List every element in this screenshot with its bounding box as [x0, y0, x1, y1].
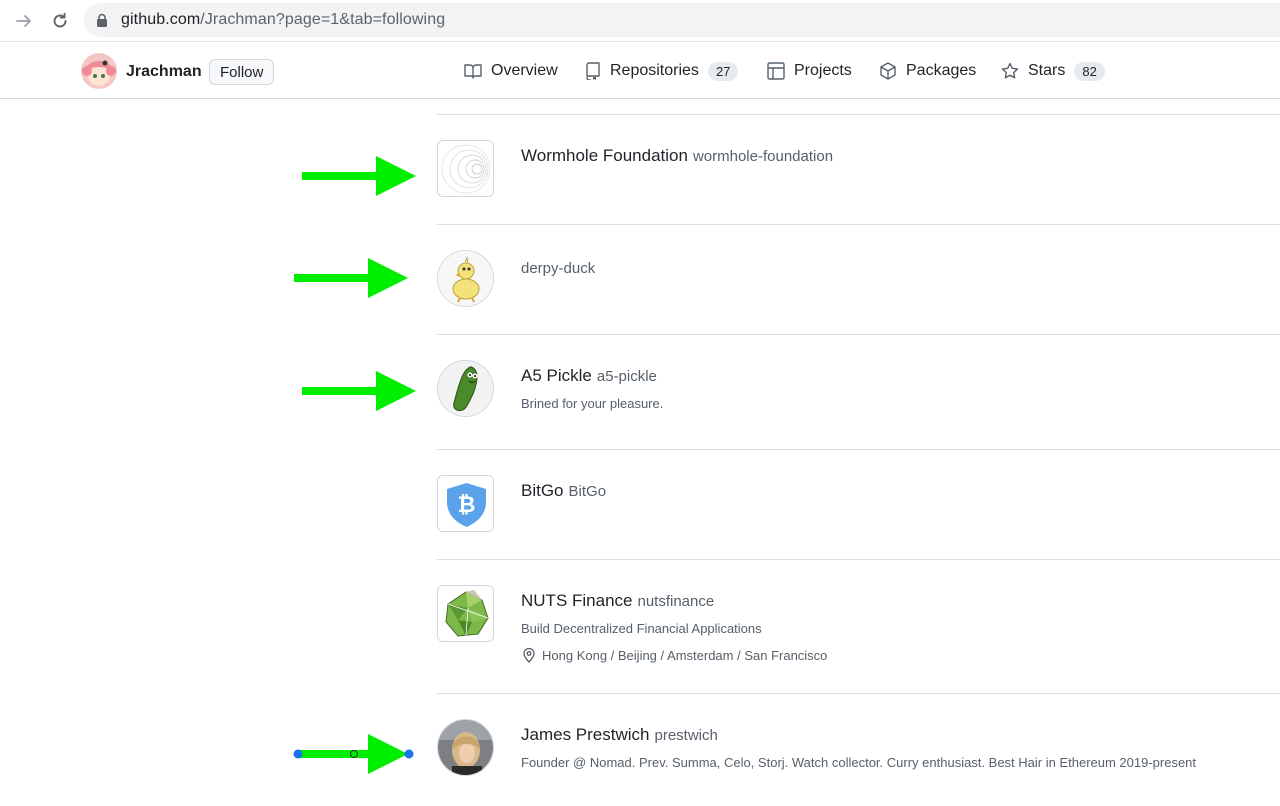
- tab-repositories-label: Repositories: [610, 62, 699, 79]
- user-info: James Prestwich prestwich Founder @ Nomad…: [521, 725, 1221, 773]
- annotation-arrow: [302, 156, 416, 196]
- user-info: BitGo BitGo: [521, 481, 606, 501]
- user-location-text: Hong Kong / Beijing / Amsterdam / San Fr…: [542, 647, 828, 663]
- user-login[interactable]: wormhole-foundation: [693, 148, 833, 165]
- lock-icon[interactable]: [96, 13, 108, 28]
- table-icon: [767, 62, 785, 80]
- star-icon: [1001, 62, 1019, 79]
- url-text[interactable]: github.com/Jrachman?page=1&tab=following: [121, 11, 445, 29]
- repositories-count: 27: [707, 61, 739, 81]
- user-display-name[interactable]: NUTS Finance: [521, 591, 632, 610]
- user-name-line: BitGo BitGo: [521, 481, 606, 501]
- stars-count: 82: [1074, 61, 1105, 81]
- user-display-name[interactable]: James Prestwich: [521, 725, 649, 744]
- user-name-line: Wormhole Foundation wormhole-foundation: [521, 146, 833, 166]
- tab-stars[interactable]: Stars 82: [1001, 43, 1105, 99]
- avatar[interactable]: [437, 250, 494, 307]
- list-item: NUTS Finance nutsfinance Build Decentrali…: [437, 559, 1280, 693]
- person-photo-icon: [438, 720, 493, 775]
- duck-icon: [438, 251, 493, 306]
- annotation-arrow: [302, 371, 416, 411]
- profile-username[interactable]: Jrachman: [126, 63, 202, 81]
- user-avatar[interactable]: [81, 53, 117, 89]
- reload-icon: [53, 12, 67, 28]
- user-bio: Brined for your pleasure.: [521, 396, 664, 411]
- user-name-line: A5 Pickle a5-pickle: [521, 366, 1211, 386]
- arrow-right-icon: [16, 15, 31, 27]
- url-host: github.com: [121, 11, 201, 28]
- user-info: NUTS Finance nutsfinance Build Decentrali…: [521, 591, 1211, 663]
- avatar[interactable]: [437, 585, 494, 642]
- user-display-name[interactable]: BitGo: [521, 481, 564, 500]
- user-login[interactable]: prestwich: [654, 727, 717, 744]
- bitgo-shield-icon: ₿: [438, 476, 493, 531]
- arrow-start-handle: [293, 749, 303, 759]
- list-item: A5 Pickle a5-pickle Brined for your pleas…: [437, 334, 1280, 449]
- arrow-end-handle: [404, 749, 414, 759]
- reload-button[interactable]: [48, 9, 72, 33]
- list-item: derpy-duck: [437, 224, 1280, 334]
- follow-button[interactable]: Follow: [209, 59, 275, 85]
- nuts-polyhedron-icon: [438, 586, 493, 641]
- avatar[interactable]: [437, 360, 494, 417]
- tab-packages[interactable]: Packages: [879, 43, 976, 99]
- pickle-icon: [438, 361, 493, 416]
- user-location: Hong Kong / Beijing / Amsterdam / San Fr…: [521, 647, 1211, 663]
- wormhole-rings-icon: [441, 144, 491, 194]
- browser-toolbar: github.com/Jrachman?page=1&tab=following: [0, 0, 1280, 42]
- user-bio: Build Decentralized Financial Applicatio…: [521, 621, 762, 636]
- user-info: A5 Pickle a5-pickle Brined for your pleas…: [521, 366, 1211, 414]
- user-login[interactable]: a5-pickle: [597, 368, 657, 385]
- user-display-name[interactable]: Wormhole Foundation: [521, 146, 688, 165]
- user-login[interactable]: derpy-duck: [521, 260, 595, 277]
- user-login[interactable]: nutsfinance: [637, 593, 714, 610]
- avatar[interactable]: [437, 719, 494, 776]
- profile-header: Jrachman Follow Overview Repositories 27…: [0, 43, 1280, 99]
- svg-text:₿: ₿: [458, 492, 476, 517]
- user-login[interactable]: BitGo: [569, 483, 607, 500]
- repo-icon: [586, 62, 600, 80]
- user-name-line: derpy-duck: [521, 258, 595, 278]
- avatar[interactable]: [437, 140, 494, 197]
- list-item: James Prestwich prestwich Founder @ Nomad…: [437, 693, 1280, 806]
- book-icon: [464, 64, 482, 79]
- list-item: ₿ BitGo BitGo: [437, 449, 1280, 559]
- location-pin-icon: [523, 647, 535, 663]
- user-name-line: James Prestwich prestwich: [521, 725, 1221, 745]
- user-info: derpy-duck: [521, 258, 595, 278]
- tab-overview-label: Overview: [491, 62, 558, 79]
- address-bar[interactable]: github.com/Jrachman?page=1&tab=following: [84, 3, 1280, 37]
- user-info: Wormhole Foundation wormhole-foundation: [521, 146, 833, 166]
- user-name-line: NUTS Finance nutsfinance: [521, 591, 1211, 611]
- user-display-name[interactable]: A5 Pickle: [521, 366, 592, 385]
- annotation-arrow: [294, 258, 408, 298]
- tab-repositories[interactable]: Repositories 27: [585, 43, 739, 99]
- avatar[interactable]: ₿: [437, 475, 494, 532]
- tab-projects-label: Projects: [794, 62, 852, 79]
- user-bio: Founder @ Nomad. Prev. Summa, Celo, Stor…: [521, 755, 1197, 770]
- tab-packages-label: Packages: [906, 62, 977, 79]
- forward-button[interactable]: [12, 9, 36, 33]
- package-icon: [880, 62, 896, 80]
- tab-overview[interactable]: Overview: [464, 43, 558, 99]
- tab-stars-label: Stars: [1028, 62, 1066, 79]
- following-list: Wormhole Foundation wormhole-foundation d…: [437, 114, 1280, 806]
- annotation-arrow-selected[interactable]: [292, 732, 416, 776]
- tab-projects[interactable]: Projects: [767, 43, 852, 99]
- list-item: Wormhole Foundation wormhole-foundation: [437, 114, 1280, 224]
- url-path: /Jrachman?page=1&tab=following: [200, 11, 446, 28]
